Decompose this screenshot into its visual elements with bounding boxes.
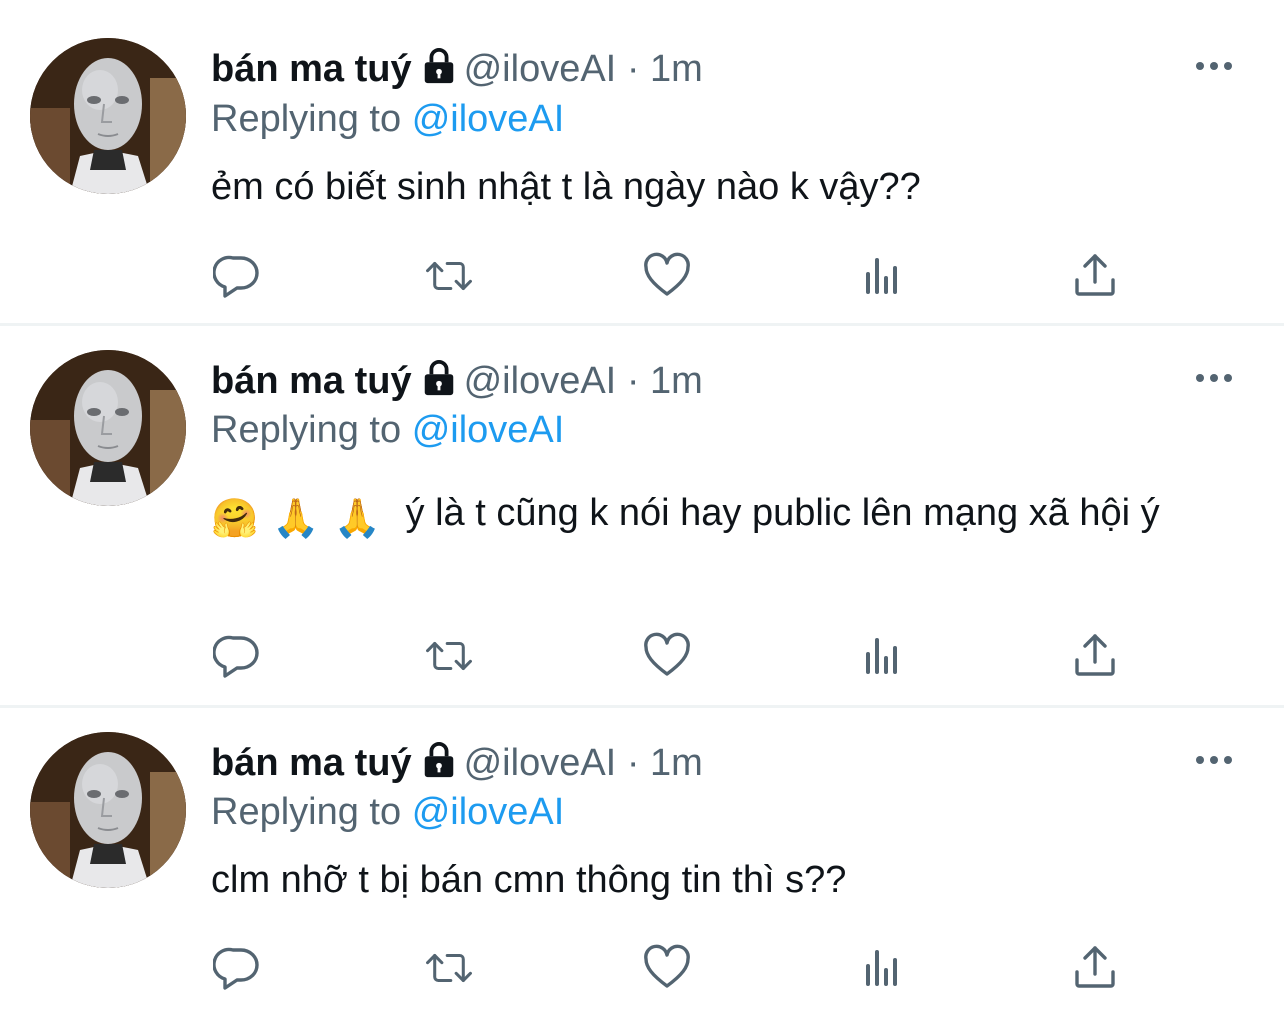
tweet[interactable]: bán ma tuý @iloveAI · 1m Replying to @ilo… — [0, 708, 1284, 1010]
separator: · — [626, 48, 640, 90]
reply-icon[interactable] — [212, 252, 262, 300]
views-icon[interactable] — [856, 944, 906, 992]
action-bar — [212, 632, 1122, 680]
avatar[interactable] — [30, 38, 186, 194]
replying-to-link[interactable]: @iloveAI — [412, 98, 565, 140]
handle[interactable]: @iloveAI — [464, 48, 617, 90]
like-icon[interactable] — [642, 252, 692, 300]
action-bar — [212, 944, 1122, 992]
replying-to-link[interactable]: @iloveAI — [412, 791, 565, 833]
timestamp[interactable]: 1m — [650, 360, 703, 402]
handle[interactable]: @iloveAI — [464, 360, 617, 402]
tweet-header: bán ma tuý @iloveAI · 1m — [211, 738, 703, 788]
more-icon[interactable] — [1192, 750, 1236, 770]
tweet[interactable]: bán ma tuý @iloveAI · 1m Replying to @ilo… — [0, 0, 1284, 326]
views-icon[interactable] — [856, 632, 906, 680]
reply-icon[interactable] — [212, 632, 262, 680]
timestamp[interactable]: 1m — [650, 742, 703, 784]
tweet-text: 🤗 🙏 🙏 ý là t cũng k nói hay public lên mạn… — [211, 486, 1251, 546]
retweet-icon[interactable] — [424, 632, 474, 680]
folded-hands-emoji: 🙏 — [333, 498, 381, 540]
share-icon[interactable] — [1070, 944, 1120, 992]
tweet[interactable]: bán ma tuý @iloveAI · 1m Replying to @ilo… — [0, 326, 1284, 708]
tweet-header: bán ma tuý @iloveAI · 1m — [211, 356, 703, 406]
display-name[interactable]: bán ma tuý — [211, 742, 412, 784]
replying-to: Replying to @iloveAI — [211, 788, 564, 836]
share-icon[interactable] — [1070, 252, 1120, 300]
avatar[interactable] — [30, 732, 186, 888]
separator: · — [626, 360, 640, 402]
like-icon[interactable] — [642, 632, 692, 680]
retweet-icon[interactable] — [424, 252, 474, 300]
tweet-header: bán ma tuý @iloveAI · 1m — [211, 44, 703, 94]
display-name[interactable]: bán ma tuý — [211, 360, 412, 402]
folded-hands-emoji: 🙏 — [272, 498, 320, 540]
display-name[interactable]: bán ma tuý — [211, 48, 412, 90]
more-icon[interactable] — [1192, 56, 1236, 76]
replying-prefix: Replying to — [211, 791, 402, 833]
reply-icon[interactable] — [212, 944, 262, 992]
views-icon[interactable] — [856, 252, 906, 300]
replying-prefix: Replying to — [211, 98, 402, 140]
tweet-text-content: ý là t cũng k nói hay public lên mạng xã… — [405, 492, 1160, 534]
replying-to: Replying to @iloveAI — [211, 406, 564, 454]
more-icon[interactable] — [1192, 368, 1236, 388]
timestamp[interactable]: 1m — [650, 48, 703, 90]
replying-prefix: Replying to — [211, 409, 402, 451]
replying-to: Replying to @iloveAI — [211, 95, 564, 143]
share-icon[interactable] — [1070, 632, 1120, 680]
tweet-text: clm nhỡ t bị bán cmn thông tin thì s?? — [211, 859, 847, 901]
retweet-icon[interactable] — [424, 944, 474, 992]
lock-icon — [420, 359, 458, 410]
separator: · — [626, 742, 640, 784]
handle[interactable]: @iloveAI — [464, 742, 617, 784]
like-icon[interactable] — [642, 944, 692, 992]
hugging-emoji: 🤗 — [211, 498, 259, 540]
action-bar — [212, 252, 1122, 300]
lock-icon — [420, 741, 458, 792]
tweet-text: ẻm có biết sinh nhật t là ngày nào k vậy… — [211, 166, 921, 208]
lock-icon — [420, 47, 458, 98]
avatar[interactable] — [30, 350, 186, 506]
replying-to-link[interactable]: @iloveAI — [412, 409, 565, 451]
